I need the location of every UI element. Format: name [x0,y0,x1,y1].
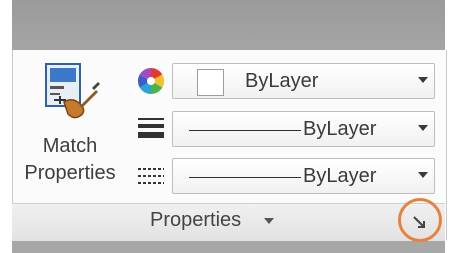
linetype-dropdown[interactable]: ByLayer [172,158,435,194]
chevron-down-icon [418,172,428,178]
color-swatch [197,69,224,96]
panel-title[interactable]: Properties [150,206,241,234]
highlight-ring [398,198,442,242]
lineweight-icon [138,118,164,138]
color-dropdown[interactable]: ByLayer [172,63,435,99]
ribbon-top-band [12,0,445,50]
match-properties-button[interactable]: Match Properties [14,58,126,198]
match-properties-icon [45,63,100,119]
ribbon-bottom-band [12,240,445,253]
match-label-line1: Match [42,135,98,157]
color-wheel-icon [137,67,165,95]
color-value: ByLayer [245,70,319,92]
chevron-down-icon [418,77,428,83]
chevron-down-icon [418,125,428,131]
lineweight-value: ByLayer [303,118,377,140]
linetype-icon [138,168,164,184]
match-label-line2: Properties [24,162,116,184]
chevron-down-icon[interactable] [264,218,274,224]
lineweight-dropdown[interactable]: ByLayer [172,111,435,147]
line-sample [189,177,301,178]
line-sample [189,130,301,131]
linetype-value: ByLayer [303,165,377,187]
